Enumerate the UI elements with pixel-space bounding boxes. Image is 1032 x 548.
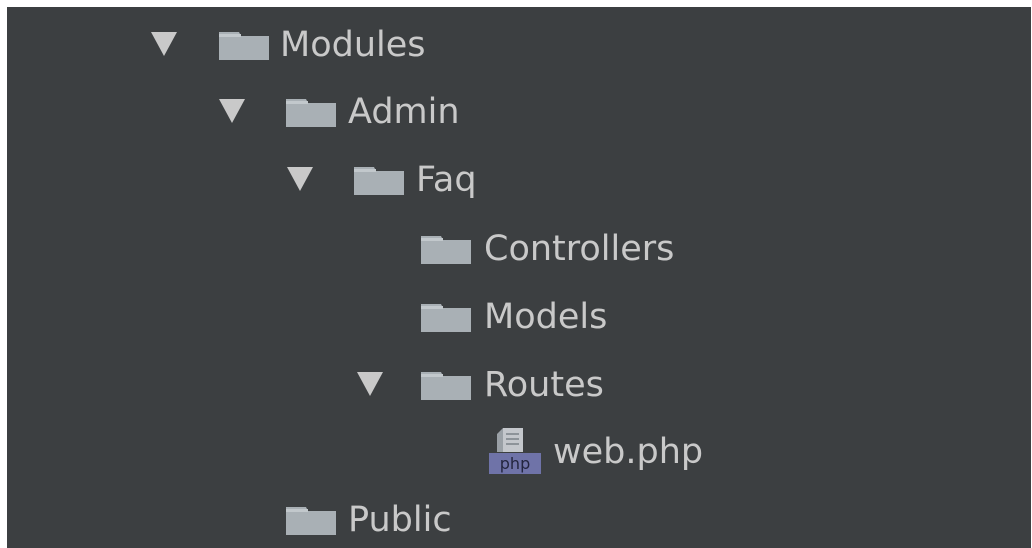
tree-node-routes[interactable]: Routes	[7, 353, 1031, 413]
node-label: Faq	[416, 160, 477, 200]
tree-node-admin[interactable]: Admin	[7, 80, 1031, 140]
folder-icon	[286, 505, 336, 535]
tree-node-modules[interactable]: Modules	[7, 13, 1031, 73]
node-label: Admin	[348, 92, 460, 132]
php-badge-text: php	[500, 454, 530, 473]
node-label: Public	[348, 500, 452, 540]
tree-node-public[interactable]: Public	[7, 488, 1031, 548]
node-label: Controllers	[484, 229, 675, 269]
expand-arrow-icon[interactable]	[287, 167, 313, 191]
expand-arrow-icon[interactable]	[219, 99, 245, 123]
node-label: Modules	[280, 25, 426, 65]
expand-arrow-icon[interactable]	[357, 372, 383, 396]
folder-icon	[286, 97, 336, 127]
folder-icon	[421, 302, 471, 332]
php-file-icon: php	[489, 426, 541, 478]
folder-icon	[219, 30, 269, 60]
tree-node-models[interactable]: Models	[7, 285, 1031, 345]
node-label: web.php	[553, 432, 704, 472]
tree-node-controllers[interactable]: Controllers	[7, 217, 1031, 277]
project-tree: Modules Admin Faq Controllers Models Rou…	[7, 7, 1031, 548]
node-label: Routes	[484, 365, 604, 405]
folder-icon	[421, 370, 471, 400]
folder-icon	[354, 165, 404, 195]
tree-node-faq[interactable]: Faq	[7, 148, 1031, 208]
node-label: Models	[484, 297, 608, 337]
tree-node-web-php[interactable]: php web.php	[7, 420, 1031, 480]
folder-icon	[421, 234, 471, 264]
expand-arrow-icon[interactable]	[151, 32, 177, 56]
